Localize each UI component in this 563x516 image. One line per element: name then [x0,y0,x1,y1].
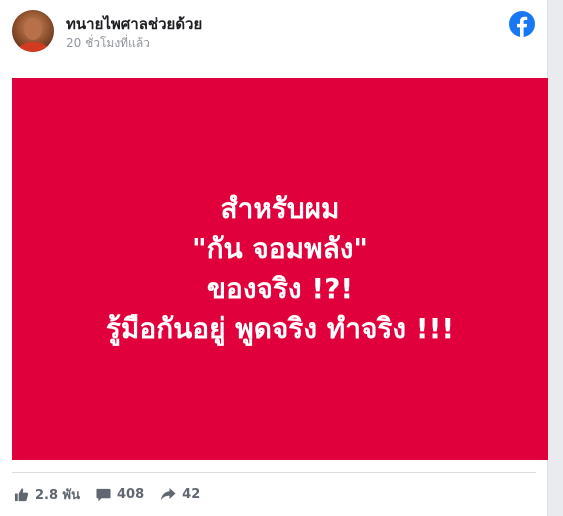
share-count-text: 42 [182,486,201,502]
post-text-line-1: สำหรับผม [220,192,340,225]
share-icon [160,487,176,500]
footer-divider [12,472,536,473]
comment-count-text: 408 [117,486,145,502]
like-count[interactable]: 2.8 พัน [14,484,80,505]
post-image[interactable]: สำหรับผม "กัน จอมพลัง" ของจริง !?! รู้มื… [12,78,548,460]
comment-icon [96,488,111,501]
page-name[interactable]: ทนายไพศาลช่วยด้วย [66,12,202,36]
post-text-line-3: ของจริง !?! [206,272,354,305]
facebook-icon[interactable] [509,11,535,37]
share-count[interactable]: 42 [160,487,200,502]
post-text-line-4: รู้มือกันอยู่ พูดจริง ทำจริง !!! [105,312,455,345]
avatar-face [24,18,42,40]
post-header: ทนายไพศาลช่วยด้วย 20 ชั่วโมงที่แล้ว [0,0,548,78]
post-timestamp[interactable]: 20 ชั่วโมงที่แล้ว [66,34,150,53]
post-text-line-2: "กัน จอมพลัง" [192,232,368,265]
page-avatar[interactable] [12,10,54,52]
post-footer: 2.8 พัน 408 42 [14,484,216,504]
like-count-text: 2.8 พัน [35,487,81,503]
facebook-post-card: ทนายไพศาลช่วยด้วย 20 ชั่วโมงที่แล้ว สำหร… [0,0,548,516]
thumbs-up-icon [14,487,29,501]
avatar-shirt [18,42,48,52]
comment-count[interactable]: 408 [96,487,144,502]
